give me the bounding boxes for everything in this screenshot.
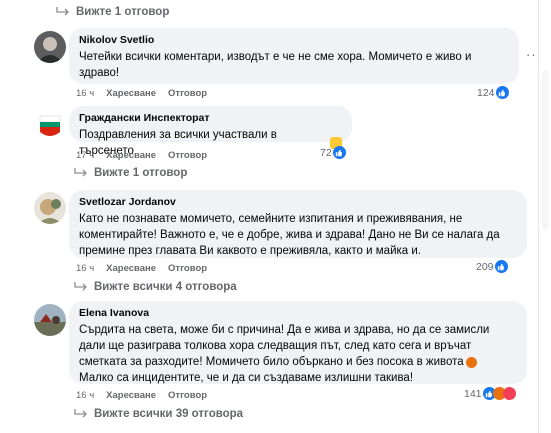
like-button[interactable]: Харесване xyxy=(106,263,156,274)
view-replies-link[interactable]: Вижте 1 отговор xyxy=(74,167,187,179)
comment-meta: 16 ч Харесване Отговор xyxy=(76,88,207,99)
comment-meta: 17 ч Харесване Отговор xyxy=(76,150,207,161)
comment-bubble: Граждански Инспекторат Поздравления за в… xyxy=(69,106,352,157)
comment-meta: 16 ч Харесване Отговор xyxy=(76,263,207,274)
view-replies-link[interactable]: Вижте 1 отговор xyxy=(56,6,169,18)
comment-author[interactable]: Граждански Инспекторат xyxy=(79,112,342,125)
timestamp[interactable]: 17 ч xyxy=(76,150,94,161)
reply-button[interactable]: Отговор xyxy=(168,150,207,161)
comment-author[interactable]: Elena Ivanova xyxy=(79,307,517,320)
comment-text: Сърдита на света, може би с причина! Да … xyxy=(79,324,490,384)
timestamp[interactable]: 16 ч xyxy=(76,88,94,99)
view-replies-link[interactable]: Вижте всички 4 отговора xyxy=(74,281,237,293)
comment-author[interactable]: Svetlozar Jordanov xyxy=(79,196,517,209)
reply-arrow-icon xyxy=(74,168,87,177)
like-button[interactable]: Харесване xyxy=(106,390,156,401)
reaction-count[interactable]: 141 xyxy=(464,387,516,400)
view-replies-label: Вижте всички 39 отговора xyxy=(94,408,244,420)
avatar[interactable] xyxy=(34,304,66,336)
like-icon xyxy=(332,146,346,159)
reaction-count[interactable]: 72 xyxy=(320,146,346,159)
scrollbar[interactable] xyxy=(538,0,551,433)
comment-bubble: Elena Ivanova Сърдита на света, може би … xyxy=(69,301,527,384)
reply-arrow-icon xyxy=(74,282,87,291)
view-replies-label: Вижте 1 отговор xyxy=(94,167,188,179)
view-replies-link[interactable]: Вижте всички 39 отговора xyxy=(74,408,243,420)
timestamp[interactable]: 16 ч xyxy=(76,390,94,401)
avatar[interactable] xyxy=(34,192,66,224)
avatar[interactable] xyxy=(34,31,66,63)
comment-bubble: Nikolov Svetlio Четейки всички коментари… xyxy=(69,28,519,84)
like-icon xyxy=(494,260,508,273)
like-button[interactable]: Харесване xyxy=(106,88,156,99)
heart-icon xyxy=(502,387,516,400)
comment-bubble: Svetlozar Jordanov Като не познавате мом… xyxy=(69,190,527,258)
like-icon xyxy=(495,86,509,99)
reply-button[interactable]: Отговор xyxy=(168,88,207,99)
view-replies-label: Вижте 1 отговор xyxy=(76,6,170,18)
reply-arrow-icon xyxy=(74,409,87,418)
like-button[interactable]: Харесване xyxy=(106,150,156,161)
view-replies-label: Вижте всички 4 отговора xyxy=(94,281,237,293)
comment-text: Като не познавате момичето, семейните из… xyxy=(79,213,500,257)
avatar[interactable] xyxy=(34,110,66,142)
reaction-count[interactable]: 209 xyxy=(476,260,508,273)
angry-face-emoji xyxy=(465,356,477,368)
comment-meta: 16 ч Харесване Отговор xyxy=(76,390,207,401)
reaction-count-value: 72 xyxy=(320,146,332,159)
reaction-count[interactable]: 124 xyxy=(477,86,509,99)
reaction-count-value: 209 xyxy=(476,260,494,273)
scrollbar-thumb[interactable] xyxy=(542,70,549,230)
reaction-count-value: 141 xyxy=(464,387,482,400)
comment-author[interactable]: Nikolov Svetlio xyxy=(79,34,509,47)
comment-text: Четейки всички коментари, изводът е че н… xyxy=(79,51,472,79)
reply-arrow-icon xyxy=(56,7,69,16)
timestamp[interactable]: 16 ч xyxy=(76,263,94,274)
reply-button[interactable]: Отговор xyxy=(168,390,207,401)
reply-button[interactable]: Отговор xyxy=(168,263,207,274)
reaction-count-value: 124 xyxy=(477,86,495,99)
